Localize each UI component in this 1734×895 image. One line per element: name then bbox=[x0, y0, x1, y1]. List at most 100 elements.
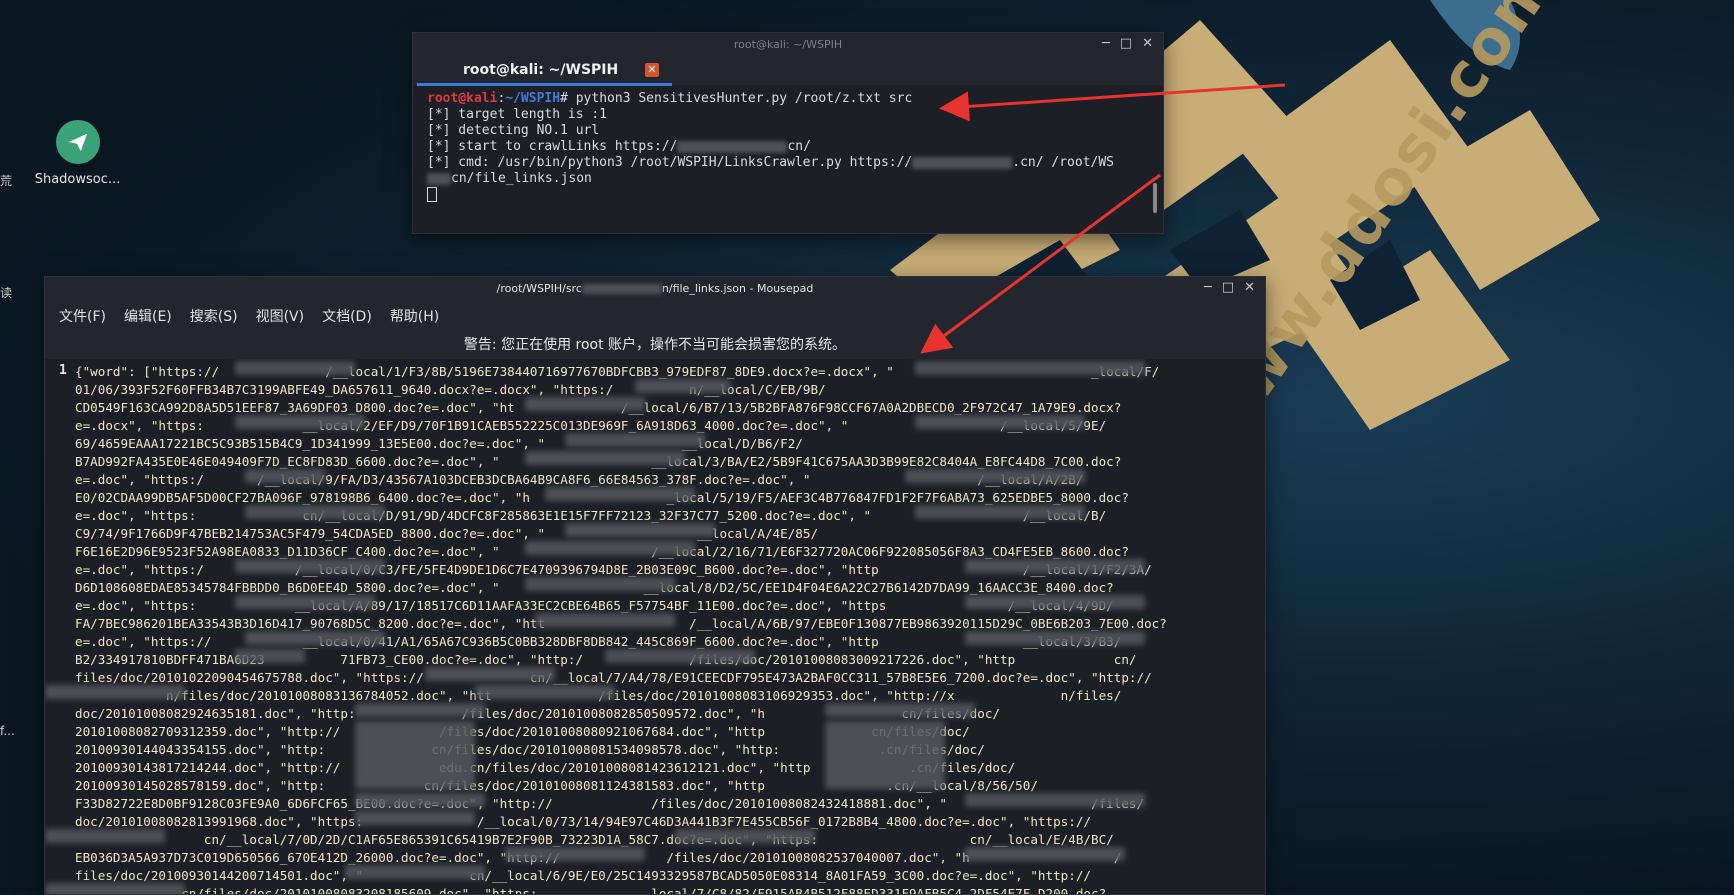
redacted-block bbox=[965, 847, 1125, 861]
title-part: /root/WSPIH/src bbox=[496, 282, 582, 295]
close-icon[interactable]: ✕ bbox=[1244, 280, 1255, 295]
redacted-block bbox=[605, 649, 755, 663]
redacted-block bbox=[475, 685, 615, 699]
redacted-block bbox=[677, 140, 788, 153]
redacted-block bbox=[565, 433, 705, 447]
redacted-block bbox=[525, 397, 645, 411]
terminal-cursor bbox=[427, 187, 437, 202]
redacted-block bbox=[915, 415, 1085, 429]
redacted-block bbox=[235, 415, 365, 429]
redacted-block bbox=[825, 721, 945, 789]
redacted-block bbox=[235, 649, 305, 663]
redacted-block bbox=[965, 631, 1145, 645]
redacted-block bbox=[45, 883, 185, 894]
menu-search[interactable]: 搜索(S) bbox=[190, 306, 238, 326]
menu-edit[interactable]: 编辑(E) bbox=[124, 306, 172, 326]
redacted-block bbox=[355, 703, 485, 717]
mousepad-window[interactable]: /root/WSPIH/src n/file_links.json - Mouse… bbox=[44, 276, 1266, 895]
menu-help[interactable]: 帮助(H) bbox=[390, 306, 439, 326]
code-line: files/doc/20101022090454675788.doc", "ht… bbox=[75, 670, 1152, 685]
maximize-icon[interactable]: □ bbox=[1120, 36, 1132, 51]
close-icon[interactable]: ✕ bbox=[1142, 36, 1153, 51]
code-line: doc/20101008082813991968.doc", "https: /… bbox=[75, 814, 1091, 829]
redacted-block bbox=[355, 721, 475, 789]
redacted-block bbox=[45, 829, 165, 843]
redacted-block bbox=[905, 469, 1085, 483]
terminal-line: [*] target length is :1 bbox=[427, 107, 608, 122]
terminal-tab-label: root@kali: ~/WSPIH bbox=[463, 62, 619, 78]
redacted-block bbox=[535, 613, 675, 627]
code-line: 20100930143817214244.doc", "http:// edu.… bbox=[75, 760, 1016, 775]
prompt-user: root@kali bbox=[427, 91, 498, 106]
tab-close-icon[interactable]: ✕ bbox=[645, 63, 659, 77]
menu-document[interactable]: 文档(D) bbox=[322, 306, 372, 326]
code-line: n/files/doc/20101008083136784052.doc", "… bbox=[165, 688, 1122, 703]
code-line: 20101008082709312359.doc", "http:// /fil… bbox=[75, 724, 970, 739]
redacted-block bbox=[581, 284, 662, 294]
redacted-block bbox=[675, 829, 815, 843]
redacted-block bbox=[235, 595, 375, 609]
redacted-block bbox=[825, 703, 975, 717]
redacted-block bbox=[45, 685, 185, 699]
menu-view[interactable]: 视图(V) bbox=[256, 306, 305, 326]
redacted-block bbox=[505, 847, 645, 861]
menu-bar: 文件(F) 编辑(E) 搜索(S) 视图(V) 文档(D) 帮助(H) bbox=[45, 301, 1265, 331]
menu-file[interactable]: 文件(F) bbox=[59, 306, 106, 326]
redacted-block bbox=[545, 487, 695, 501]
terminal-titlebar[interactable]: root@kali: ~/WSPIH ─ □ ✕ bbox=[413, 33, 1163, 57]
terminal-line: cn/file_links.json bbox=[451, 171, 592, 186]
redacted-block bbox=[245, 631, 385, 645]
redacted-block bbox=[965, 559, 1145, 573]
redacted-block bbox=[525, 451, 685, 465]
terminal-line: [*] detecting NO.1 url bbox=[427, 123, 600, 138]
redacted-block bbox=[525, 541, 695, 555]
terminal-window[interactable]: root@kali: ~/WSPIH ─ □ ✕ root@kali: ~/WS… bbox=[412, 32, 1164, 234]
minimize-icon[interactable]: ─ bbox=[1102, 36, 1110, 51]
code-line: files/doc/20100930144200714501.doc", " c… bbox=[75, 868, 1091, 883]
redacted-block bbox=[235, 559, 385, 573]
redacted-block bbox=[525, 577, 675, 591]
terminal-scrollbar[interactable] bbox=[1153, 183, 1157, 213]
redacted-block bbox=[355, 811, 475, 825]
terminal-command: # python3 SensitivesHunter.py /root/z.tx… bbox=[560, 91, 913, 106]
redacted-block bbox=[915, 505, 1085, 519]
desktop-edge-label: 读 bbox=[0, 286, 13, 300]
redacted-block bbox=[245, 505, 385, 519]
redacted-block bbox=[355, 793, 485, 807]
line-gutter: 1 bbox=[45, 359, 73, 894]
redacted-block bbox=[912, 156, 1013, 169]
desktop-edge-label: f... bbox=[0, 724, 15, 738]
code-line: doc/20101008082924635181.doc", "http: /f… bbox=[75, 706, 1001, 721]
desktop-icon-shadowsocks[interactable]: Shadowsoc... bbox=[30, 120, 125, 187]
desktop-edge-label: 荒 bbox=[0, 174, 13, 188]
paper-plane-icon bbox=[55, 120, 100, 164]
mousepad-window-title: /root/WSPIH/src n/file_links.json - Mouse… bbox=[45, 282, 1265, 295]
root-warning-banner: 警告: 您正在使用 root 账户，操作不当可能会损害您的系统。 bbox=[45, 331, 1265, 359]
terminal-tab[interactable]: root@kali: ~/WSPIH ✕ bbox=[417, 57, 672, 86]
redacted-block bbox=[565, 523, 715, 537]
text-editor-area[interactable]: 1 {"word": ["https:// /__local/1/F3/8B/5… bbox=[45, 359, 1265, 894]
redacted-block bbox=[915, 361, 1145, 375]
code-line: 20100930144043354155.doc", "http: cn/fil… bbox=[75, 742, 985, 757]
terminal-output[interactable]: root@kali:~/WSPIH# python3 SensitivesHun… bbox=[413, 85, 1163, 203]
line-number: 1 bbox=[59, 363, 67, 378]
redacted-block bbox=[235, 361, 355, 375]
prompt-path: ~/WSPIH bbox=[505, 91, 561, 106]
terminal-line: [*] cmd: /usr/bin/python3 /root/WSPIH/Li… bbox=[427, 155, 913, 170]
desktop-icon-label: Shadowsoc... bbox=[34, 172, 121, 187]
terminal-line: cn/ bbox=[787, 139, 811, 154]
maximize-icon[interactable]: □ bbox=[1222, 280, 1234, 295]
redacted-block bbox=[965, 595, 1145, 609]
terminal-line: .cn/ /root/WS bbox=[1012, 155, 1115, 170]
mousepad-titlebar[interactable]: /root/WSPIH/src n/file_links.json - Mouse… bbox=[45, 277, 1265, 301]
title-part: n/file_links.json - Mousepad bbox=[661, 282, 814, 295]
terminal-window-title: root@kali: ~/WSPIH bbox=[733, 38, 843, 51]
minimize-icon[interactable]: ─ bbox=[1204, 280, 1212, 295]
redacted-block bbox=[425, 667, 555, 681]
redacted-block bbox=[345, 865, 485, 879]
redacted-block bbox=[635, 379, 730, 393]
terminal-line: [*] start to crawlLinks https:// bbox=[427, 139, 678, 154]
redacted-block bbox=[427, 172, 451, 185]
redacted-block bbox=[965, 793, 1145, 807]
redacted-block bbox=[245, 469, 325, 483]
